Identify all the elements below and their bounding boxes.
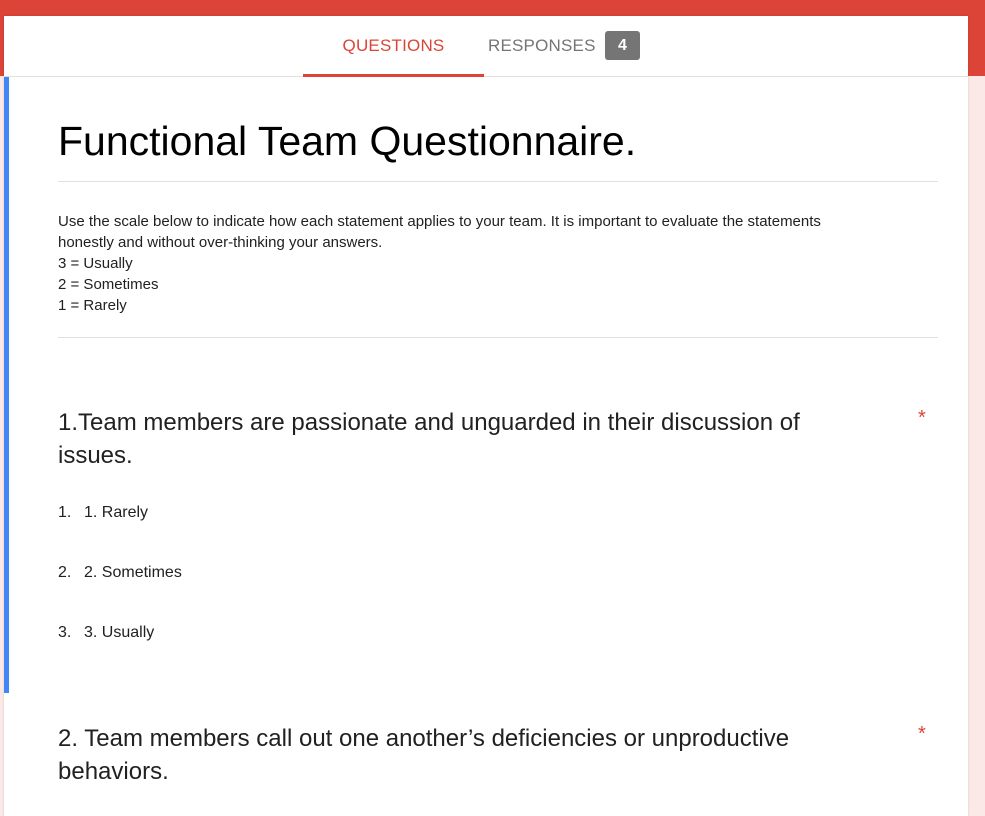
- description-line: 2 = Sometimes: [58, 276, 159, 293]
- form-title[interactable]: Functional Team Questionnaire.: [58, 118, 636, 165]
- selected-section-indicator: [4, 77, 9, 693]
- question-2-title[interactable]: 2. Team members call out one another’s d…: [58, 722, 878, 788]
- divider: [58, 181, 938, 182]
- required-asterisk: *: [918, 723, 926, 745]
- description-line: honestly and without over-thinking your …: [58, 234, 383, 251]
- description-line: Use the scale below to indicate how each…: [58, 213, 821, 230]
- option-label: 2. Sometimes: [84, 564, 182, 581]
- form-description[interactable]: Use the scale below to indicate how each…: [58, 211, 938, 316]
- divider: [58, 337, 938, 338]
- required-asterisk: *: [918, 407, 926, 429]
- option-label: 1. Rarely: [84, 504, 149, 521]
- tab-responses-label: RESPONSES: [488, 36, 596, 55]
- tab-questions[interactable]: QUESTIONS: [303, 16, 484, 77]
- responses-count-badge: 4: [605, 31, 640, 60]
- option-number: 2.: [58, 564, 72, 581]
- question-1-title[interactable]: 1.Team members are passionate and unguar…: [58, 406, 878, 472]
- description-line: 3 = Usually: [58, 255, 133, 272]
- tab-bar: QUESTIONS RESPONSES 4: [4, 16, 968, 77]
- question-1-option[interactable]: 2. 2. Sometimes: [58, 564, 182, 582]
- tab-responses[interactable]: RESPONSES 4: [484, 16, 654, 76]
- option-number: 1.: [58, 504, 72, 521]
- tab-questions-label: QUESTIONS: [342, 36, 445, 55]
- question-1-option[interactable]: 1. 1. Rarely: [58, 504, 148, 522]
- option-label: 3. Usually: [84, 624, 155, 641]
- question-1-option[interactable]: 3. 3. Usually: [58, 624, 154, 642]
- option-number: 3.: [58, 624, 72, 641]
- active-tab-indicator: [303, 74, 484, 77]
- description-line: 1 = Rarely: [58, 297, 127, 314]
